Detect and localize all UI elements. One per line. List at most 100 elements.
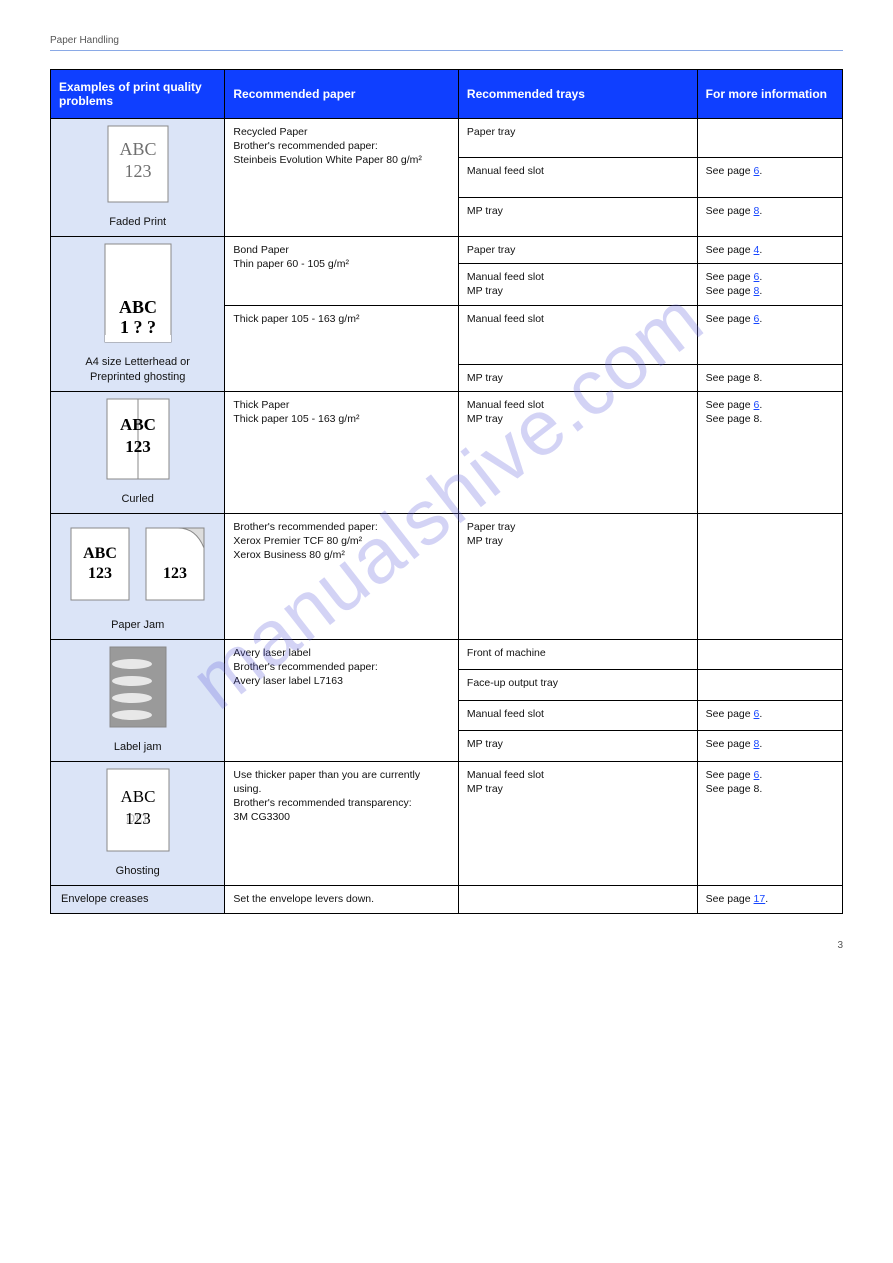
- paper-jam-icon: ABC 123 123: [68, 520, 208, 610]
- rec-item: Avery laser label L7163: [233, 674, 450, 688]
- more-info: [697, 513, 842, 639]
- page-link[interactable]: 6: [754, 271, 760, 283]
- tray-text: MP tray: [458, 364, 697, 391]
- svg-text:ABC: ABC: [119, 139, 156, 159]
- tray-text: MP tray: [458, 731, 697, 762]
- tray-text: Paper tray MP tray: [458, 513, 697, 639]
- rec-cell: Bond Paper Thin paper 60 - 105 g/m²: [225, 237, 459, 306]
- table-row: Label jam Avery laser label Brother's re…: [51, 639, 843, 670]
- rec-cell: Avery laser label Brother's recommended …: [225, 639, 459, 761]
- problem-cell-faded: ABC 123 Faded Print: [51, 119, 225, 237]
- tray-text: Manual feed slot: [458, 700, 697, 731]
- col-problem: Examples of print quality problems: [51, 70, 225, 119]
- svg-text:ABC: ABC: [83, 545, 117, 562]
- table-header-row: Examples of print quality problems Recom…: [51, 70, 843, 119]
- svg-text:ABC: ABC: [120, 787, 155, 806]
- header-left: Paper Handling: [50, 35, 119, 46]
- rec-item: Thin paper 60 - 105 g/m²: [233, 257, 450, 271]
- edge-overflow-icon: ABC 1 ? ?: [104, 243, 172, 347]
- rec-title: Bond Paper: [233, 243, 450, 257]
- label-sheet-icon: [109, 646, 167, 732]
- col-more-info: For more information: [697, 70, 842, 119]
- svg-text:123: 123: [163, 565, 187, 582]
- page-link[interactable]: 8: [754, 205, 760, 217]
- table-row: ABC 123 Curled Thick Paper Thick paper 1…: [51, 391, 843, 513]
- problem-label: Paper Jam: [59, 618, 216, 633]
- problem-label: A4 size Letterhead or Preprinted ghostin…: [59, 355, 216, 385]
- more-info: See page 8.: [697, 731, 842, 762]
- more-info: [697, 670, 842, 701]
- table-row: ABC 1 ? ? A4 size Letterhead or Preprint…: [51, 237, 843, 264]
- more-info: See page 6.See page 8.: [697, 391, 842, 513]
- tray-text: Manual feed slot MP tray: [458, 391, 697, 513]
- rec-sub: Brother's recommended paper:: [233, 660, 450, 674]
- tray-text: Paper tray: [458, 237, 697, 264]
- curled-page-icon: ABC 123: [106, 398, 170, 484]
- table-row: ABC 123 Faded Print Recycled Paper Broth…: [51, 119, 843, 158]
- tray-text: Front of machine: [458, 639, 697, 670]
- page-link[interactable]: 8: [754, 738, 760, 750]
- page-link[interactable]: 6: [754, 399, 760, 411]
- rec-title: Thick Paper: [233, 398, 450, 412]
- page-link[interactable]: 17: [754, 893, 766, 905]
- more-info: See page 17.: [697, 885, 842, 913]
- rec-cell: Thick Paper Thick paper 105 - 163 g/m²: [225, 391, 459, 513]
- more-info: See page 8.: [697, 364, 842, 391]
- problem-label: Faded Print: [59, 215, 216, 230]
- more-info: See page 6.: [697, 305, 842, 364]
- rec-sub: Brother's recommended transparency:: [233, 796, 450, 810]
- table-row: ABC 123 123 Paper Jam Brother's recommen…: [51, 513, 843, 639]
- problem-label: Label jam: [59, 740, 216, 755]
- svg-text:1 ? ?: 1 ? ?: [120, 317, 156, 337]
- svg-text:ABC: ABC: [120, 415, 156, 434]
- page-link[interactable]: 6: [754, 165, 760, 177]
- problem-cell-jam: ABC 123 123 Paper Jam: [51, 513, 225, 639]
- tray-text: Manual feed slot: [458, 305, 697, 364]
- svg-text:123: 123: [125, 809, 151, 828]
- faded-print-icon: ABC 123: [107, 125, 169, 207]
- rec-title: Recycled Paper: [233, 125, 450, 139]
- problem-cell-curled: ABC 123 Curled: [51, 391, 225, 513]
- page-footer: 3: [50, 940, 843, 951]
- more-info: See page 6.See page 8.: [697, 761, 842, 885]
- rec-item: Thick paper 105 - 163 g/m²: [233, 412, 450, 426]
- page-header: Paper Handling: [50, 35, 843, 50]
- more-info: See page 6.: [697, 700, 842, 731]
- tray-text: Paper tray: [458, 119, 697, 158]
- svg-text:123: 123: [88, 565, 112, 582]
- page-number: 3: [837, 940, 843, 951]
- page-link[interactable]: 4: [754, 244, 760, 256]
- page-link[interactable]: 8: [754, 285, 760, 297]
- ghosting-icon: ABC DEF 123: [106, 768, 170, 856]
- rec-cell: Recycled Paper Brother's recommended pap…: [225, 119, 459, 237]
- svg-text:123: 123: [125, 437, 151, 456]
- problem-cell-bond: ABC 1 ? ? A4 size Letterhead or Preprint…: [51, 237, 225, 392]
- page-link[interactable]: 6: [754, 769, 760, 781]
- rec-sub: Brother's recommended paper:: [233, 520, 450, 534]
- table-row: Envelope creases Set the envelope levers…: [51, 885, 843, 913]
- more-info: [697, 639, 842, 670]
- problem-label: Ghosting: [59, 864, 216, 879]
- problem-cell-envelope: Envelope creases: [51, 885, 225, 913]
- more-info: See page 8.: [697, 197, 842, 236]
- more-info: See page 4.: [697, 237, 842, 264]
- more-info: See page 6.See page 8.: [697, 264, 842, 305]
- tray-text: Manual feed slot: [458, 158, 697, 197]
- tray-text: Face-up output tray: [458, 670, 697, 701]
- troubleshoot-table: Examples of print quality problems Recom…: [50, 69, 843, 914]
- rec-item: Steinbeis Evolution White Paper 80 g/m²: [233, 153, 450, 167]
- rec-cell: Thick paper 105 - 163 g/m²: [225, 305, 459, 391]
- rec-item: 3M CG3300: [233, 810, 450, 824]
- more-info: See page 6.: [697, 158, 842, 197]
- tray-text: Manual feed slot MP tray: [458, 761, 697, 885]
- page-link[interactable]: 6: [754, 708, 760, 720]
- problem-label: Envelope creases: [61, 892, 216, 907]
- more-info: [697, 119, 842, 158]
- rec-item: Xerox Business 80 g/m²: [233, 548, 450, 562]
- rec-sub: Brother's recommended paper:: [233, 139, 450, 153]
- svg-text:123: 123: [124, 161, 151, 181]
- page-link[interactable]: 6: [754, 313, 760, 325]
- col-recommended-trays: Recommended trays: [458, 70, 697, 119]
- tray-text: [458, 885, 697, 913]
- rec-cell: Set the envelope levers down.: [225, 885, 459, 913]
